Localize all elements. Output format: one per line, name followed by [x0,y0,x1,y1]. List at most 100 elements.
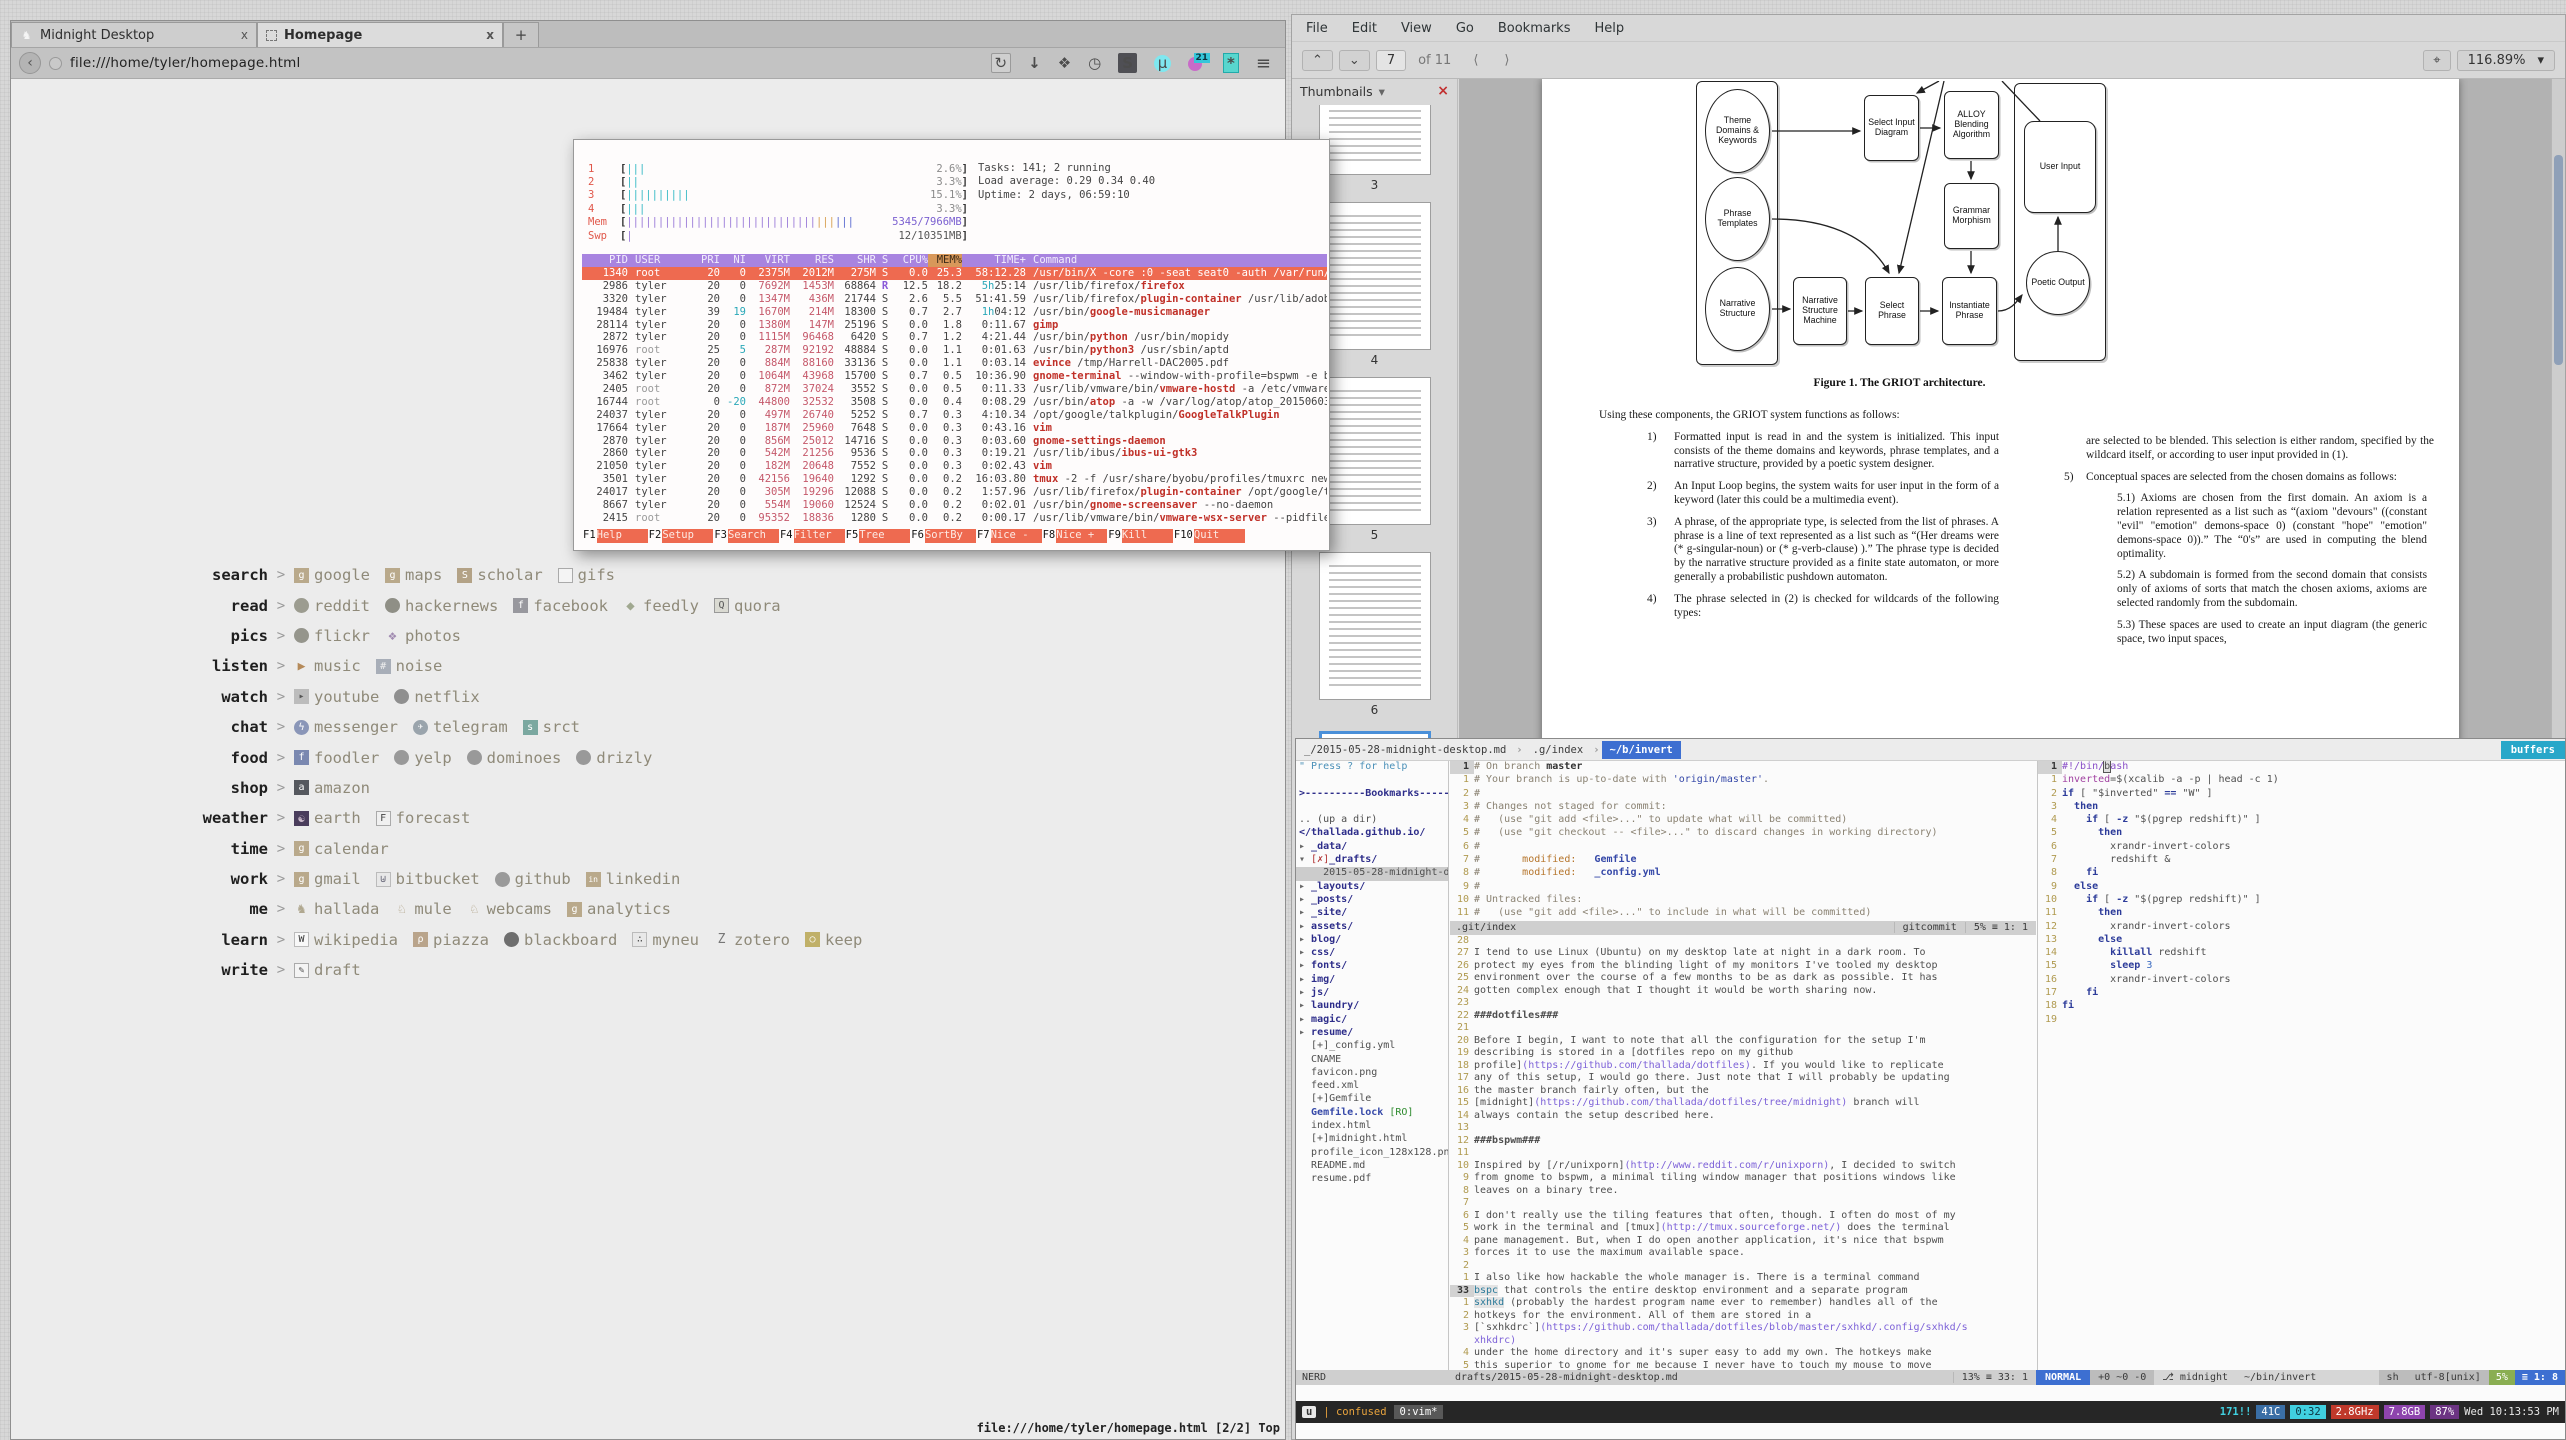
homepage-link-netflix[interactable]: netflix [394,688,479,706]
page-number-input[interactable]: 7 [1376,50,1406,71]
homepage-link-draft[interactable]: ✎draft [294,961,361,979]
previous-page-button[interactable]: ⌃ [1302,50,1333,71]
homepage-link-photos[interactable]: ❖photos [385,627,461,645]
homepage-link-google[interactable]: ggoogle [294,566,370,584]
fkey-f1[interactable]: F1 [582,529,597,543]
process-row[interactable]: 2870tyler200856M2501214716S0.00.30:03.60… [582,435,1327,448]
tab-close-icon[interactable]: x [486,28,494,42]
column-header-s[interactable]: S [876,254,894,267]
fkey-label[interactable]: Nice - [991,529,1042,543]
notification-badge-icon[interactable]: 21 [1188,55,1206,72]
homepage-link-hackernews[interactable]: hackernews [385,597,498,615]
homepage-link-youtube[interactable]: ▸youtube [294,688,379,706]
homepage-link-calendar[interactable]: gcalendar [294,840,389,858]
zoom-level-dropdown[interactable]: 116.89% ▾ [2457,50,2555,71]
new-tab-button[interactable]: + [503,22,539,47]
homepage-link-gifs[interactable]: gifs [558,566,615,584]
fkey-label[interactable]: SortBy [925,529,976,543]
homepage-link-music[interactable]: ▶music [294,657,361,675]
tab-close-icon[interactable]: x [241,28,248,42]
terminal-window[interactable]: _/2015-05-28-midnight-desktop.md›.g/inde… [1295,738,2566,1440]
column-header-ni[interactable]: NI [720,254,746,267]
fkey-label[interactable]: Kill [1122,529,1173,543]
homepage-link-bitbucket[interactable]: ⊎bitbucket [376,870,480,888]
homepage-link-foodler[interactable]: ffoodler [294,749,379,767]
thumbnail-page-4[interactable] [1319,202,1431,350]
homepage-link-webcams[interactable]: ♘webcams [467,900,552,918]
process-row[interactable]: 3501tyler20042156196401292S0.00.216:03.8… [582,473,1327,486]
shell-script-pane[interactable]: 1#!/bin/bash1inverted=$(xcalib -a -p | h… [2037,761,2565,1370]
menu-edit[interactable]: Edit [1352,21,1377,36]
homepage-link-yelp[interactable]: yelp [394,749,451,767]
process-row[interactable]: 2872tyler2001115M964686420S0.71.24:21.44… [582,331,1327,344]
homepage-link-noise[interactable]: #noise [376,657,443,675]
sidebar-close-button[interactable]: × [1437,83,1449,99]
fkey-f6[interactable]: F6 [910,529,925,543]
column-header-mem[interactable]: MEM% [928,254,962,267]
fkey-label[interactable]: Search [728,529,779,543]
extension-puzzle-icon[interactable]: ❖ [1058,54,1071,72]
snowflake-extension-icon[interactable]: * [1223,53,1239,73]
buffer-tab[interactable]: ~/b/invert [1602,741,1681,759]
homepage-link-zotero[interactable]: Zzotero [714,931,790,949]
homepage-link-messenger[interactable]: ϟmessenger [294,718,398,736]
fkey-f9[interactable]: F9 [1107,529,1122,543]
browser-tab-homepage[interactable]: Homepage x [257,22,503,47]
homepage-link-scholar[interactable]: Sscholar [457,566,542,584]
process-row[interactable]: 24017tyler200305M1929612088S0.00.21:57.9… [582,486,1327,499]
thumbnail-page-3[interactable] [1319,105,1431,175]
fkey-label[interactable]: Quit [1194,529,1245,543]
homepage-link-hallada[interactable]: ♞hallada [294,900,379,918]
column-header-cpu[interactable]: CPU% [894,254,928,267]
process-row[interactable]: 25838tyler200884M8816033136S0.01.10:03.1… [582,357,1327,370]
menu-bookmarks[interactable]: Bookmarks [1498,21,1571,36]
homepage-link-drizly[interactable]: drizly [576,749,652,767]
next-page-button[interactable]: ⌄ [1339,50,1370,71]
fkey-label[interactable]: Nice + [1056,529,1107,543]
middle-pane[interactable]: 1# On branch master1# Your branch is up-… [1450,761,2036,1370]
menu-go[interactable]: Go [1456,21,1474,36]
process-row[interactable]: 17664tyler200187M259607648S0.00.30:43.16… [582,422,1327,435]
gitcommit-buffer[interactable]: 1# On branch master1# Your branch is up-… [1450,761,2036,921]
fkey-f8[interactable]: F8 [1042,529,1057,543]
homepage-link-github[interactable]: github [495,870,571,888]
homepage-link-analytics[interactable]: ganalytics [567,900,671,918]
menu-help[interactable]: Help [1594,21,1624,36]
process-row[interactable]: 3462tyler2001064M4396815700S0.70.510:36.… [582,370,1327,383]
process-row[interactable]: 3320tyler2001347M436M21744S2.65.551:41.5… [582,293,1327,306]
process-row[interactable]: 2415root20095352188361280S0.00.20:00.17/… [582,512,1327,525]
greasemonkey-mu-icon[interactable]: μ [1154,55,1171,72]
fkey-label[interactable]: Tree [859,529,910,543]
homepage-link-dominoes[interactable]: dominoes [467,749,562,767]
process-row[interactable]: 2860tyler200542M212569536S0.00.30:19.21/… [582,447,1327,460]
scrollbar-thumb[interactable] [2554,155,2563,365]
column-header-user[interactable]: USER [628,254,692,267]
homepage-link-maps[interactable]: gmaps [385,566,442,584]
homepage-link-myneu[interactable]: ∴myneu [632,931,699,949]
column-header-pid[interactable]: PID [582,254,628,267]
sidebar-mode-dropdown[interactable]: Thumbnails [1300,84,1373,99]
url-bar[interactable]: file:///home/tyler/homepage.html [70,55,983,71]
homepage-link-feedly[interactable]: ◆feedly [623,597,699,615]
browser-tab-midnight-desktop[interactable]: ♞ Midnight Desktop x [11,22,257,47]
reload-button[interactable]: ↻ [991,53,1012,73]
back-button[interactable]: ‹ [19,52,41,74]
homepage-link-quora[interactable]: Qquora [714,597,781,615]
nerdtree-pane[interactable]: " Press ? for help>----------Bookmarks--… [1296,761,1449,1370]
chevron-down-icon[interactable]: ▾ [1379,84,1385,99]
fkey-f5[interactable]: F5 [845,529,860,543]
homepage-link-srct[interactable]: ssrct [523,718,580,736]
history-forward-button[interactable]: ⟩ [1494,50,1519,71]
s-extension-icon[interactable]: S [1118,53,1137,73]
homepage-link-amazon[interactable]: aamazon [294,779,370,797]
fkey-label[interactable]: Setup [662,529,713,543]
homepage-link-flickr[interactable]: flickr [294,627,370,645]
menu-file[interactable]: File [1306,21,1328,36]
fkey-f4[interactable]: F4 [779,529,794,543]
homepage-link-telegram[interactable]: ✈telegram [413,718,508,736]
process-row[interactable]: 16976root255287M9219248884S0.01.10:01.63… [582,344,1327,357]
fkey-f3[interactable]: F3 [713,529,728,543]
fkey-f7[interactable]: F7 [976,529,991,543]
history-clock-icon[interactable]: ◷ [1088,54,1101,72]
homepage-link-keep[interactable]: ○keep [805,931,862,949]
